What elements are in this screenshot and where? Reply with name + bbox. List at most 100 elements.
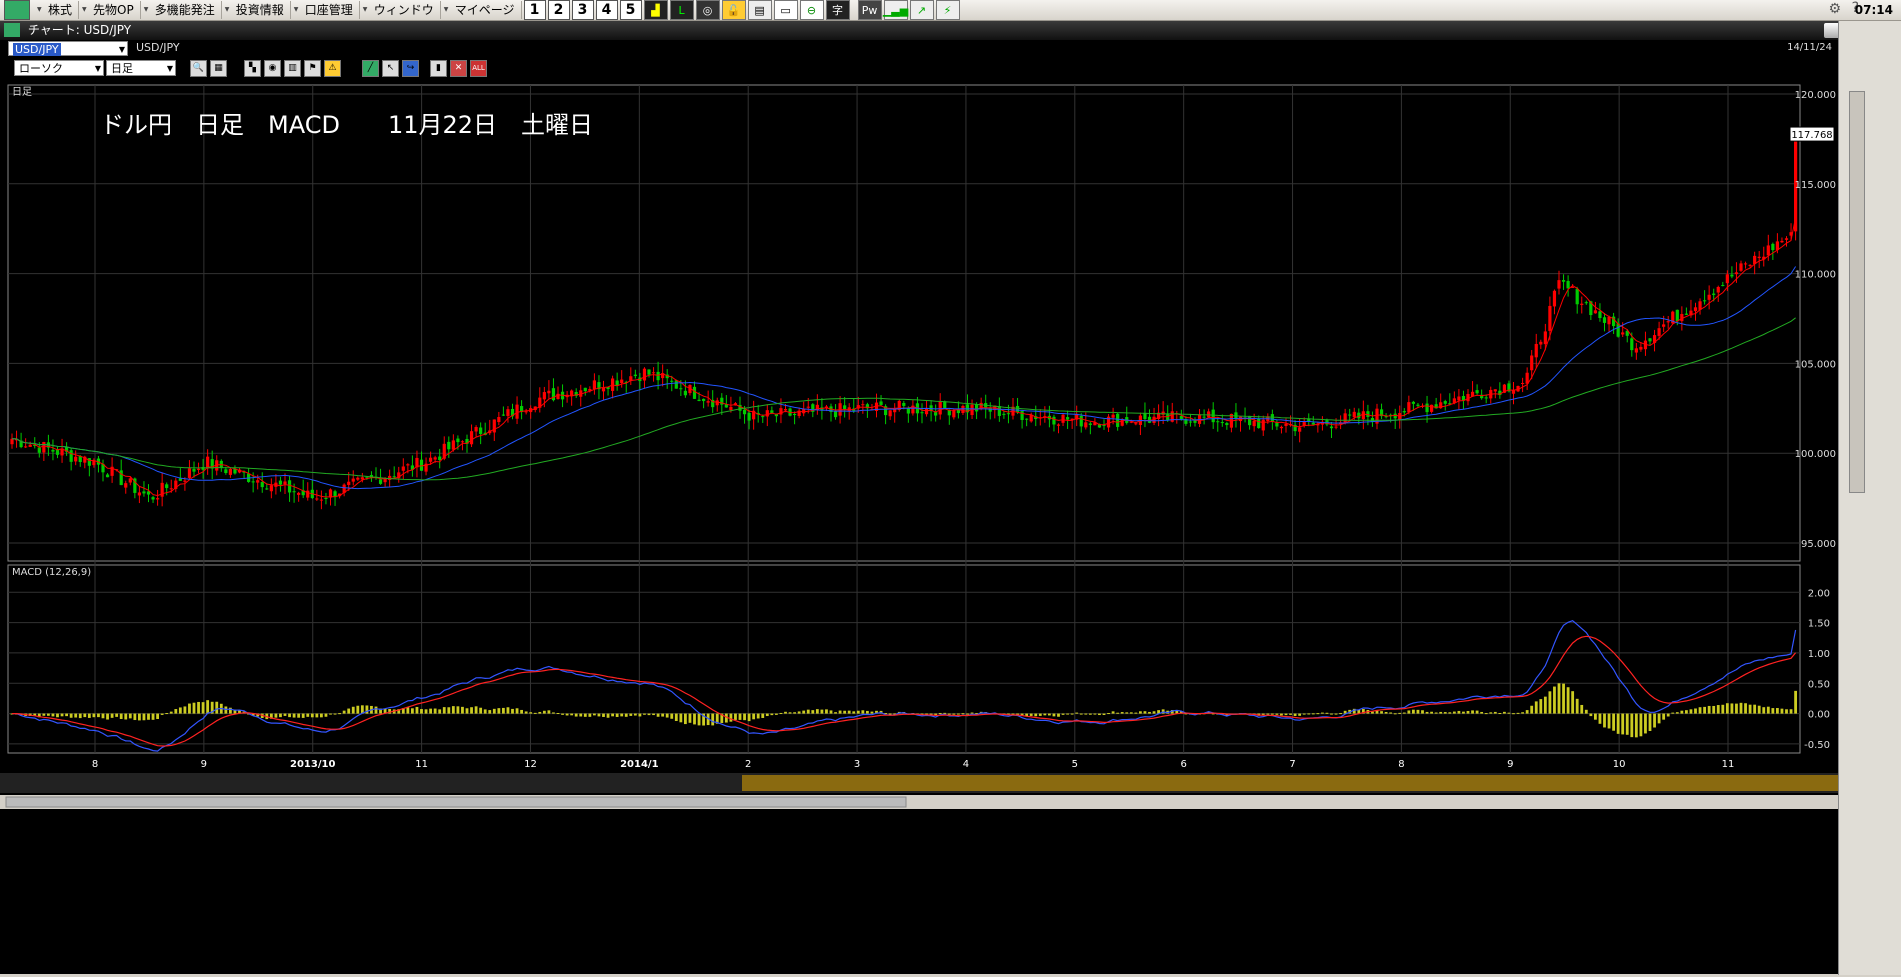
chart-type-select[interactable]: ローソク ▼ — [14, 60, 104, 76]
macd-histogram-bar — [797, 711, 801, 714]
candle-body — [1329, 426, 1334, 429]
candle-body — [105, 474, 110, 478]
macd-histogram-bar — [970, 712, 974, 714]
candle-icon[interactable]: ▮ — [430, 60, 447, 77]
macd-histogram-bar — [1302, 713, 1306, 715]
x-tick-label: 9 — [201, 759, 207, 770]
macd-histogram-bar — [784, 711, 787, 714]
layout-4-button[interactable]: 4 — [595, 0, 618, 20]
candle-body — [1739, 263, 1743, 271]
candle-body — [615, 380, 619, 386]
layout-1-button[interactable]: 1 — [523, 0, 546, 20]
candle-body — [124, 483, 128, 488]
lock-icon[interactable]: 🔓 — [721, 0, 746, 20]
settings-icon[interactable]: ⚙ — [1828, 1, 1841, 17]
macd-histogram-bar — [1607, 713, 1611, 729]
lightning-icon[interactable]: ⚡ — [935, 0, 960, 20]
candle-body — [1721, 285, 1725, 287]
connect-icon[interactable]: ⊖ — [799, 0, 824, 20]
macd-histogram-bar — [74, 713, 78, 718]
macd-histogram-bar — [1093, 713, 1097, 715]
candle-body — [656, 371, 660, 381]
candle-body — [1648, 338, 1652, 342]
macd-histogram-bar — [1548, 691, 1552, 714]
chart-tool-icon[interactable]: ▟ — [643, 0, 668, 20]
layout-3-button[interactable]: 3 — [571, 0, 594, 20]
candle-body — [474, 427, 478, 432]
delete-icon[interactable]: ✕ — [450, 60, 467, 77]
candle-body — [715, 400, 719, 406]
macd-histogram-bar — [888, 713, 892, 715]
layout-2-button[interactable]: 2 — [547, 0, 570, 20]
candle-body — [196, 468, 201, 470]
macd-histogram-bar — [138, 713, 141, 721]
macd-histogram-bar — [711, 713, 715, 726]
macd-histogram-bar — [1439, 711, 1443, 714]
macd-histogram-bar — [433, 708, 437, 714]
stock-icon[interactable]: ▚ — [244, 60, 261, 77]
macd-histogram-bar — [752, 713, 756, 720]
news-tool-icon[interactable]: ◎ — [695, 0, 720, 20]
search-chart-icon[interactable]: ◉ — [264, 60, 281, 77]
macd-histogram-bar — [1553, 686, 1556, 714]
macd-histogram-bar — [825, 709, 828, 714]
candle-body — [1134, 423, 1138, 425]
all-delete-icon[interactable]: ALL — [470, 60, 487, 77]
font-icon[interactable]: 字 — [825, 0, 850, 20]
macd-histogram-bar — [770, 713, 774, 716]
menu-investment-info[interactable]: 投資情報 — [222, 1, 291, 19]
menu-account[interactable]: 口座管理 — [291, 1, 360, 19]
layout-5-button[interactable]: 5 — [619, 0, 642, 20]
period-select[interactable]: 日足 ▼ — [106, 60, 176, 76]
menu-window[interactable]: ウィンドウ — [360, 1, 441, 19]
flag-icon[interactable]: ⚑ — [304, 60, 321, 77]
symbol-select[interactable]: USD/JPY ▼ — [8, 41, 128, 56]
candle-body — [292, 491, 296, 493]
candle-body — [647, 369, 651, 375]
candle-body — [793, 413, 797, 415]
candle-body — [351, 478, 355, 482]
grid-icon[interactable]: ▥ — [284, 60, 301, 77]
price-chart[interactable]: 8 9 2013/10 11 12 2014/1 2 3 4 5 6 7 8 9 10 11 120.000 11… — [0, 79, 1838, 974]
window-icon[interactable]: ▭ — [773, 0, 798, 20]
signal-bars-icon[interactable]: ▁▃▅ — [883, 0, 908, 20]
x-tick-label: 11 — [1722, 759, 1735, 770]
macd-histogram-bar — [1116, 712, 1120, 714]
macd-histogram-bar — [506, 707, 510, 714]
list-tool-icon[interactable]: L — [669, 0, 694, 20]
macd-line — [12, 620, 1797, 752]
candle-body — [451, 440, 455, 450]
pw-icon[interactable]: Pw — [857, 0, 882, 20]
candle-body — [260, 482, 264, 488]
candle-body — [1216, 421, 1220, 423]
macd-histogram-bar — [1412, 709, 1415, 714]
menu-mypage[interactable]: マイページ — [441, 1, 522, 19]
macd-histogram-bar — [684, 713, 687, 725]
chart-area[interactable]: 8 9 2013/10 11 12 2014/1 2 3 4 5 6 7 8 9 10 11 120.000 11… — [0, 79, 1838, 974]
candle-body — [633, 374, 637, 377]
redo-icon[interactable]: ↪ — [402, 60, 419, 77]
macd-histogram-bar — [1653, 713, 1656, 728]
candle-body — [228, 468, 232, 475]
macd-histogram-bar — [1270, 713, 1274, 715]
macd-histogram-bar — [1680, 710, 1684, 714]
table-icon[interactable]: ▦ — [210, 60, 227, 77]
print-icon[interactable]: ▤ — [747, 0, 772, 20]
draw-line-icon[interactable]: ╱ — [362, 60, 379, 77]
warning-icon[interactable]: ⚠ — [324, 60, 341, 77]
menu-advanced-order[interactable]: 多機能発注 — [141, 1, 222, 19]
candle-body — [347, 481, 351, 485]
macd-tick-label: 0.50 — [1808, 679, 1830, 690]
macd-histogram-bar — [147, 713, 150, 720]
zoom-icon[interactable]: 🔍 — [190, 60, 207, 77]
macd-histogram-bar — [638, 713, 642, 717]
right-panel — [1838, 21, 1901, 975]
cursor-icon[interactable]: ↖ — [382, 60, 399, 77]
vertical-scrollbar[interactable] — [1849, 91, 1865, 493]
macd-histogram-bar — [665, 713, 669, 718]
menu-futures-options[interactable]: 先物OP — [79, 1, 141, 19]
menu-stocks[interactable]: 株式 — [34, 1, 80, 19]
candle-body — [1334, 426, 1338, 428]
trend-icon[interactable]: ↗ — [909, 0, 934, 20]
macd-histogram-bar — [1757, 705, 1761, 714]
